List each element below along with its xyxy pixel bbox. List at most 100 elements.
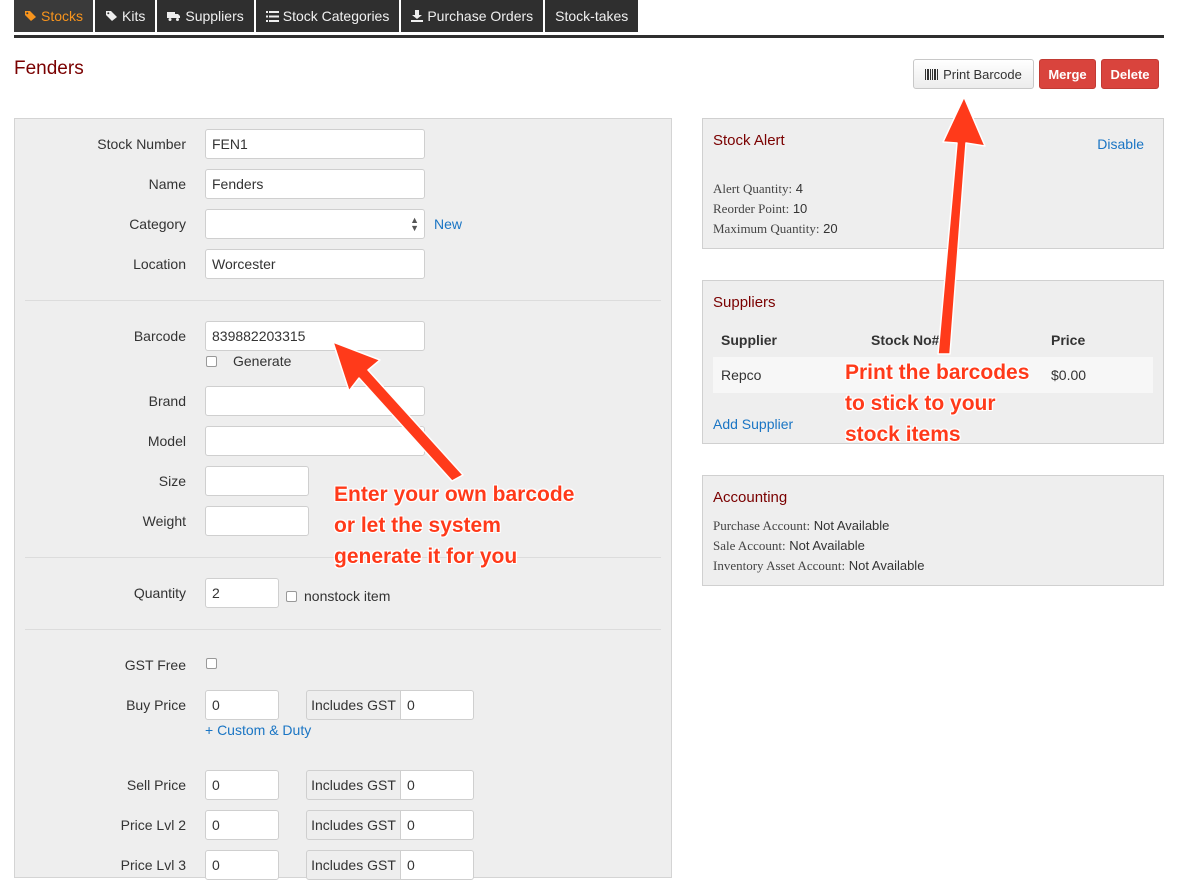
col-header-price: Price <box>1051 332 1086 348</box>
download-icon <box>411 10 424 22</box>
max-quantity-row: Maximum Quantity: 20 <box>713 221 838 237</box>
lvl3-includes-gst-addon: Includes GST <box>306 850 401 880</box>
alert-quantity-label: Alert Quantity: <box>713 181 793 196</box>
top-tabs: Stocks Kits Suppliers Stock Categories P… <box>14 0 640 35</box>
list-icon <box>265 10 279 22</box>
custom-duty-link[interactable]: + Custom & Duty <box>205 722 311 738</box>
name-label: Name <box>148 176 186 192</box>
tab-kits[interactable]: Kits <box>95 0 156 32</box>
price-lvl3-label: Price Lvl 3 <box>120 857 186 873</box>
sale-account-value: Not Available <box>789 538 865 553</box>
location-input[interactable]: Worcester <box>205 249 425 279</box>
barcode-input[interactable]: 839882203315 <box>205 321 425 351</box>
col-header-supplier: Supplier <box>721 332 778 348</box>
name-input[interactable]: Fenders <box>205 169 425 199</box>
buy-price-label: Buy Price <box>126 697 186 713</box>
annotation-line: or let the system <box>334 514 501 537</box>
lvl2-includes-gst-input[interactable]: 0 <box>401 810 474 840</box>
size-input[interactable] <box>205 466 309 496</box>
inventory-account-label: Inventory Asset Account: <box>713 558 846 573</box>
tab-label: Stock Categories <box>282 8 390 24</box>
max-quantity-label: Maximum Quantity: <box>713 221 820 236</box>
lvl2-includes-gst-addon: Includes GST <box>306 810 401 840</box>
stock-number-input[interactable]: FEN1 <box>205 129 425 159</box>
sell-price-label: Sell Price <box>126 777 186 793</box>
tab-label: Stock-takes <box>555 8 629 24</box>
inventory-account-value: Not Available <box>848 558 925 573</box>
size-label: Size <box>158 473 186 489</box>
reorder-point-value: 10 <box>792 201 808 216</box>
select-arrows-icon: ▲ ▼ <box>410 215 419 233</box>
price-cell: $0.00 <box>1051 367 1087 383</box>
brand-label: Brand <box>148 393 186 409</box>
merge-button[interactable]: Merge <box>1039 59 1096 89</box>
barcode-label: Barcode <box>133 328 186 344</box>
sell-includes-gst-input[interactable]: 0 <box>401 770 474 800</box>
tags-icon <box>24 10 37 22</box>
max-quantity-value: 20 <box>823 221 838 236</box>
weight-input[interactable] <box>205 506 309 536</box>
alert-quantity-row: Alert Quantity: 4 <box>713 181 803 197</box>
category-select[interactable]: ▲ ▼ <box>205 209 425 239</box>
nonstock-checkbox[interactable] <box>286 591 297 602</box>
tab-bar-divider <box>14 35 1164 38</box>
sell-includes-gst-addon: Includes GST <box>306 770 401 800</box>
price-lvl3-input[interactable]: 0 <box>205 850 279 880</box>
tab-label: Suppliers <box>185 8 244 24</box>
stock-alert-title: Stock Alert <box>713 132 785 149</box>
buy-price-input[interactable]: 0 <box>205 690 279 720</box>
tab-suppliers[interactable]: Suppliers <box>157 0 254 32</box>
purchase-account-label: Purchase Account: <box>713 518 811 533</box>
truck-icon <box>167 11 181 22</box>
new-category-link[interactable]: New <box>434 216 462 232</box>
section-divider <box>25 629 661 630</box>
annotation-line: generate it for you <box>334 545 518 568</box>
annotation-line: Enter your own barcode <box>334 483 575 506</box>
price-lvl2-label: Price Lvl 2 <box>120 817 186 833</box>
delete-button[interactable]: Delete <box>1101 59 1159 89</box>
alert-quantity-value: 4 <box>795 181 803 196</box>
generate-checkbox[interactable] <box>206 356 217 367</box>
tab-purchase-orders[interactable]: Purchase Orders <box>401 0 544 32</box>
print-barcode-button[interactable]: Print Barcode <box>913 59 1034 89</box>
add-supplier-link[interactable]: Add Supplier <box>713 416 793 432</box>
col-header-stock-no: Stock No# <box>871 332 940 348</box>
accounting-title: Accounting <box>713 489 788 506</box>
inventory-account-row: Inventory Asset Account: Not Available <box>713 558 924 574</box>
category-label: Category <box>129 216 186 232</box>
buy-includes-gst-addon: Includes GST <box>306 690 401 720</box>
brand-input[interactable] <box>205 386 425 416</box>
lvl3-includes-gst-input[interactable]: 0 <box>401 850 474 880</box>
model-input[interactable] <box>205 426 425 456</box>
price-lvl2-input[interactable]: 0 <box>205 810 279 840</box>
purchase-account-row: Purchase Account: Not Available <box>713 518 889 534</box>
annotation-line: to stick to your <box>845 392 996 415</box>
stock-number-label: Stock Number <box>97 136 186 152</box>
weight-label: Weight <box>142 513 186 529</box>
disable-alert-link[interactable]: Disable <box>1097 136 1144 152</box>
suppliers-title: Suppliers <box>713 294 776 311</box>
tags-icon <box>105 10 118 22</box>
sale-account-label: Sale Account: <box>713 538 786 553</box>
print-barcode-label: Print Barcode <box>943 66 1022 82</box>
tab-stock-takes[interactable]: Stock-takes <box>545 0 639 32</box>
model-label: Model <box>147 433 186 449</box>
tab-label: Kits <box>122 8 146 24</box>
annotation-line: stock items <box>845 423 961 446</box>
stock-alert-panel: Stock Alert Disable Alert Quantity: 4 Re… <box>702 118 1164 249</box>
location-label: Location <box>133 256 186 272</box>
generate-label: Generate <box>233 353 292 369</box>
supplier-cell: Repco <box>721 367 762 383</box>
sell-price-input[interactable]: 0 <box>205 770 279 800</box>
print-annotation: Print the barcodes to stick to your stoc… <box>845 357 1029 450</box>
tab-stock-categories[interactable]: Stock Categories <box>255 0 400 32</box>
reorder-point-label: Reorder Point: <box>713 201 790 216</box>
nonstock-label: nonstock item <box>304 588 391 604</box>
quantity-input[interactable]: 2 <box>205 578 279 608</box>
buy-includes-gst-input[interactable]: 0 <box>401 690 474 720</box>
tab-label: Stocks <box>41 8 84 24</box>
purchase-account-value: Not Available <box>813 518 890 533</box>
gst-free-checkbox[interactable] <box>206 658 217 669</box>
gst-free-label: GST Free <box>124 657 186 673</box>
tab-stocks[interactable]: Stocks <box>14 0 94 32</box>
